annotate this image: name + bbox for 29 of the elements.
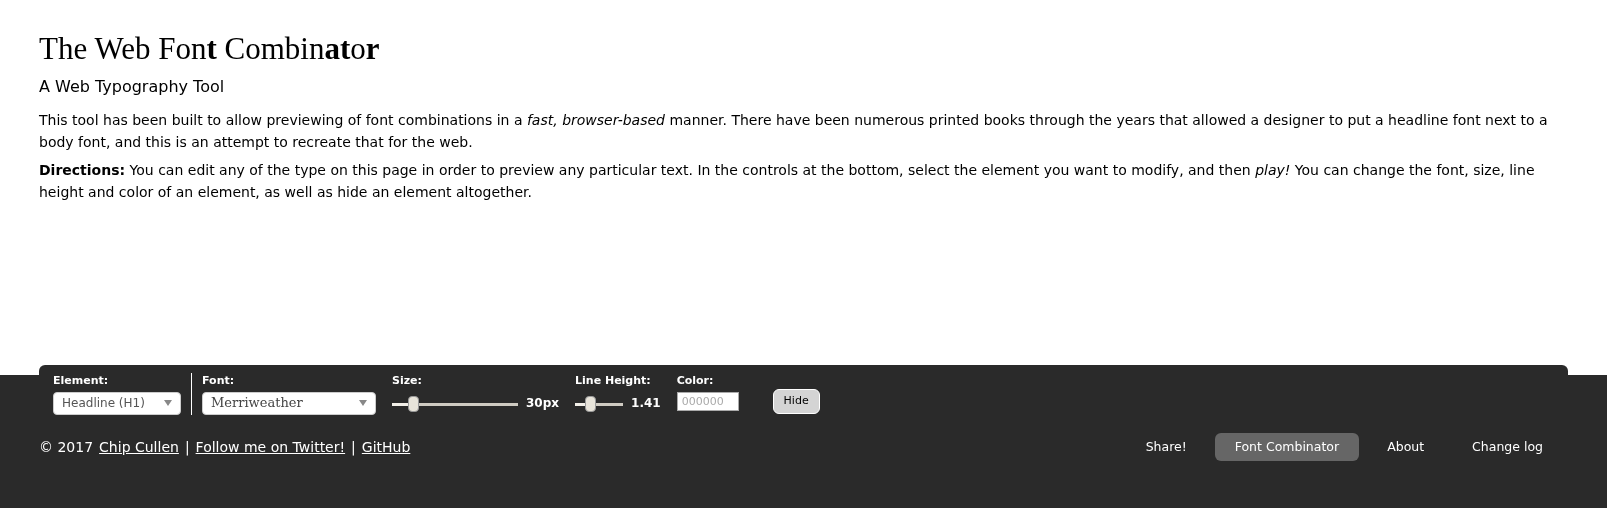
- caret-icon: [359, 400, 367, 406]
- footer-link[interactable]: Follow me on Twitter!: [195, 436, 346, 458]
- control-label: Font:: [202, 373, 236, 389]
- font-select[interactable]: Merriweather: [202, 391, 376, 415]
- element-select[interactable]: Headline (H1): [53, 391, 181, 415]
- control-label: Size:: [392, 373, 423, 389]
- separator: |: [351, 437, 356, 458]
- control-label: Element:: [53, 373, 110, 389]
- nav-link[interactable]: Change log: [1452, 433, 1563, 461]
- slider-reading: 1.41: [631, 394, 661, 412]
- slider-thumb[interactable]: [407, 395, 419, 412]
- color-field[interactable]: 000000: [676, 391, 739, 411]
- paragraph: This tool has been built to allow previewing of font combinations in a fast, browser-based manner. There have been numerous printed books through the years that allowed a designer to put a headline font next to a body font, and this is an attempt to recreate that for the web.: [39, 110, 1549, 152]
- slider-thumb[interactable]: [585, 395, 597, 412]
- hide-button[interactable]: Hide: [772, 389, 820, 414]
- nav-link[interactable]: Share!: [1125, 433, 1207, 461]
- control-label: Line Height:: [575, 373, 652, 389]
- footer-link[interactable]: Chip Cullen: [99, 436, 179, 458]
- site-title: The Web Font Combinator: [39, 30, 381, 68]
- footer-link[interactable]: GitHub: [361, 436, 411, 458]
- separator: |: [184, 437, 190, 458]
- slider-reading: 30px: [526, 394, 560, 412]
- paragraph: Directions: You can edit any of the type on this page in order to preview any particular text. In the controls at the bottom, select the element you want to modify, and then play! You can change the font, size, line height and color of an element, as well as hide an element altogether.: [39, 160, 1536, 202]
- caret-icon: [164, 400, 172, 406]
- nav-link[interactable]: Font Combinator: [1214, 433, 1360, 461]
- copyright-text: © 2017: [39, 437, 94, 457]
- control-label: Color:: [676, 373, 715, 389]
- site-subtitle: A Web Typography Tool: [39, 75, 226, 98]
- nav-link[interactable]: About: [1367, 433, 1445, 461]
